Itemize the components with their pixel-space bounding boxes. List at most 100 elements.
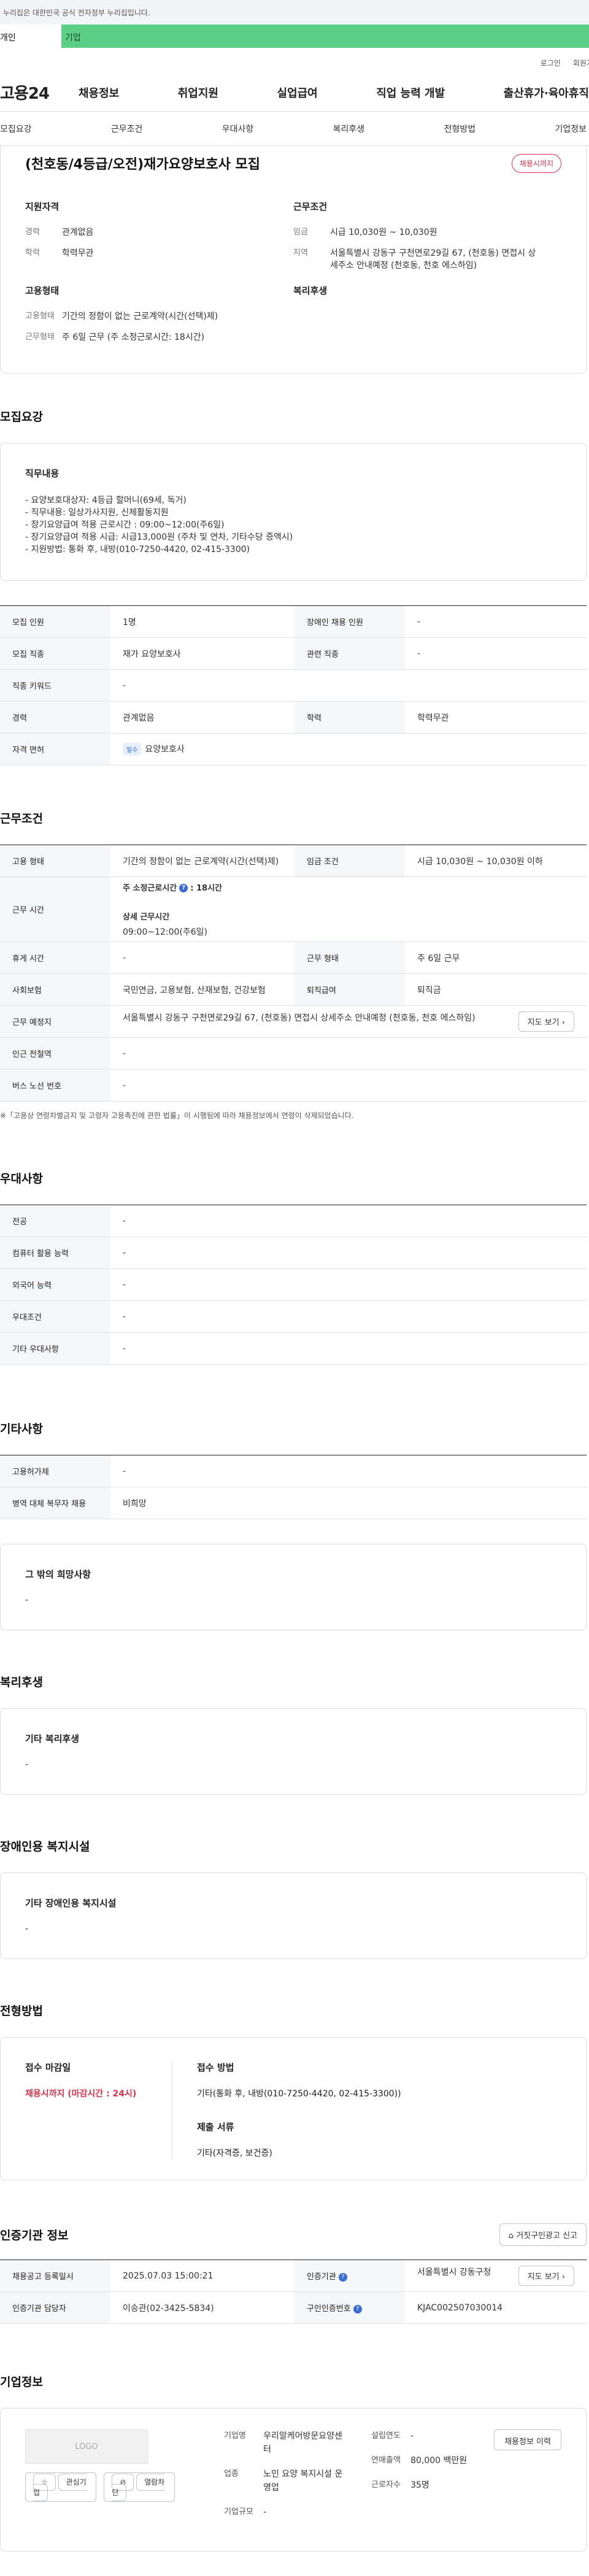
table-row: 경력 관계없음 학력 학력무관 (0, 701, 587, 734)
page-bottom-spacer (0, 2551, 589, 2576)
subnav-company[interactable]: 기업정보 (555, 123, 587, 135)
favorite-button[interactable]: ☆ 관심기업 (25, 2472, 97, 2502)
table-header: 근무 시간 (0, 876, 110, 942)
wage-label: 임금 (293, 228, 308, 237)
subnav-welfare[interactable]: 복리후생 (333, 123, 365, 135)
disability-box: 기타 장애인용 복지시설 - (0, 1873, 587, 1959)
table-cell: 시급 10,030원 ~ 10,030원 이하 (405, 845, 587, 877)
prefs-heading: 우대사항 (0, 1172, 43, 1186)
info-icon[interactable]: ? (179, 884, 188, 892)
tab-company[interactable]: 기업 (61, 25, 135, 48)
table-row: 근무 시간 주 소정근로시간?: 18시간 상세 근무시간 09:00~12:0… (0, 876, 587, 942)
detail-hours-label: 상세 근무시간 (123, 912, 170, 922)
table-header: 근무 형태 (294, 941, 405, 974)
gnb-leave[interactable]: 출산휴가·육아휴직 (504, 85, 589, 101)
table-cell: - (405, 637, 587, 670)
table-cell: 학력무관 (405, 701, 587, 734)
table-header: 인근 전철역 (0, 1037, 110, 1070)
deadline-heading: 접수 마감일 (25, 2062, 71, 2073)
table-cell: - (110, 1300, 587, 1333)
table-header: 외국어 능력 (0, 1268, 110, 1301)
cert-label: 구인인증번호 (307, 2304, 351, 2313)
job-history-button[interactable]: 채용정보 이력 (494, 2429, 561, 2450)
subnav-prefs[interactable]: 우대사항 (222, 123, 254, 135)
docs-heading: 제출 서류 (197, 2122, 234, 2133)
conditions-heading: 근무조건 (0, 812, 43, 826)
staff-value: 35명 (410, 2480, 429, 2490)
table-header: 우대조건 (0, 1300, 110, 1333)
conditions-table: 고용 형태 기간의 정함이 없는 근로계약(시간(선택)제) 임금 조건 시급 … (0, 845, 587, 1102)
subnav-recruit[interactable]: 모집요강 (0, 123, 32, 135)
table-header: 병역 대체 복무자 채용 (0, 1487, 110, 1519)
table-cell: 관계없음 (110, 701, 294, 734)
block-button[interactable]: ⊘ 열람차단 (104, 2472, 175, 2502)
cond-heading: 근무조건 (293, 201, 328, 212)
table-row: 기타 우대사항 - (0, 1332, 587, 1365)
auth-map-button[interactable]: 지도 보기 › (518, 2266, 574, 2286)
company-box: LOGO ☆ 관심기업 ⊘ 열람차단 기업명 우리알케어방문요양센터 업종 노인 요… (0, 2408, 587, 2551)
duty-heading: 직무내용 (25, 468, 60, 479)
table-header: 퇴직급여 (294, 973, 405, 1006)
career-value: 관계없음 (62, 228, 94, 237)
disability-heading: 장애인용 복지시설 (0, 1840, 90, 1853)
table-cell: - (110, 1455, 587, 1487)
table-cell: - (110, 1069, 587, 1102)
table-row: 휴게 시간 - 근무 형태 주 6일 근무 (0, 941, 587, 974)
industry-label: 업종 (224, 2469, 239, 2478)
edu-value: 학력무관 (62, 248, 94, 258)
table-row: 전공 - (0, 1205, 587, 1237)
gnb-unemployment[interactable]: 실업급여 (277, 85, 318, 101)
gnb-support[interactable]: 취업지원 (178, 85, 218, 101)
etc-table: 고용허가제 - 병역 대체 복무자 채용 비희망 (0, 1455, 587, 1519)
tab-personal[interactable]: 개인 (0, 25, 61, 48)
table-header: 장애인 채용 인원 (294, 605, 405, 638)
etc-box: 그 밖의 희망사항 - (0, 1544, 587, 1630)
job-summary-card: (천호동/4등급/오전)재가요양보호사 모집 채용시까지 지원자격 경력 관계없음… (0, 146, 587, 374)
auth-value: 서울특별시 강동구청 (417, 2267, 491, 2277)
weekly-hours: 주 소정근로시간?: 18시간 (123, 881, 587, 893)
map-button-label: 지도 보기 (527, 1018, 560, 1027)
required-chip: 필수 (123, 743, 142, 756)
license-value: 요양보호사 (145, 744, 185, 754)
posting-table: 채용공고 등록일시 2025.07.03 15:00:21 인증기관? 서울특별… (0, 2260, 587, 2324)
section-nav: 모집요강 근무조건 우대사항 복리후생 전형방법 기업정보 (0, 112, 589, 146)
table-cell: 서울특별시 강동구청 지도 보기 › (405, 2260, 587, 2292)
table-cell: 필수 요양보호사 (110, 733, 587, 765)
site-logo[interactable]: 고용24 (0, 81, 79, 104)
table-cell: 주 소정근로시간?: 18시간 상세 근무시간 09:00~12:00(주6일) (110, 876, 587, 942)
selection-heading: 전형방법 (0, 2004, 43, 2018)
table-cell: 퇴직금 (405, 973, 587, 1006)
table-header: 전공 (0, 1205, 110, 1237)
chevron-right-icon: › (561, 1018, 565, 1027)
duty-line: - 직무내용: 일상가사지원, 신체활동지원 (25, 508, 169, 518)
login-link[interactable]: 로그인 (541, 58, 561, 74)
table-header: 직종 키워드 (0, 669, 110, 702)
welfare-box-heading: 기타 복리후생 (25, 1733, 80, 1744)
duty-line: - 요양보호대상자: 4등급 할머니(69세, 독거) (25, 496, 187, 505)
table-cell: - (110, 1205, 587, 1237)
company-heading: 기업정보 (0, 2375, 43, 2389)
company-info: 기업명 우리알케어방문요양센터 업종 노인 요양 복지시설 운영업 기업규모 - 설립… (224, 2429, 494, 2530)
subnav-conditions[interactable]: 근무조건 (111, 123, 143, 135)
top-tabs: 개인 기업 (0, 25, 589, 48)
report-button-label: 거짓구인광고 신고 (516, 2231, 577, 2241)
table-cell: - (110, 1037, 587, 1070)
tab-company-label: 기업 (65, 33, 81, 43)
signup-link[interactable]: 회원가입 (573, 58, 589, 74)
gnb-training[interactable]: 직업 능력 개발 (376, 85, 445, 101)
report-button[interactable]: ⌂ 거짓구인광고 신고 (499, 2223, 587, 2246)
table-cell: 기간의 정함이 없는 근로계약(시간(선택)제) (110, 845, 294, 877)
table-cell: - (110, 1236, 587, 1269)
info-icon[interactable]: ? (338, 2272, 347, 2282)
age-note: ※「고용상 연령차별금지 및 고령자 고용촉진에 관한 법률」이 시행됨에 따라… (0, 1111, 354, 1120)
company-name-label: 기업명 (224, 2431, 246, 2440)
table-row: 자격 면허 필수 요양보호사 (0, 733, 587, 765)
auth-map-label: 지도 보기 (527, 2272, 560, 2282)
duty-line: - 장기요양급여 적용 근로시간 : 09:00~12:00(주6일) (25, 520, 225, 530)
gnb-jobs[interactable]: 채용정보 (79, 85, 119, 101)
map-button[interactable]: 지도 보기 › (518, 1011, 574, 1032)
info-icon[interactable]: ? (353, 2304, 362, 2313)
welfare-heading: 복리후생 (0, 1676, 43, 1689)
table-row: 인근 전철역 - (0, 1037, 587, 1070)
subnav-selection[interactable]: 전형방법 (444, 123, 476, 135)
